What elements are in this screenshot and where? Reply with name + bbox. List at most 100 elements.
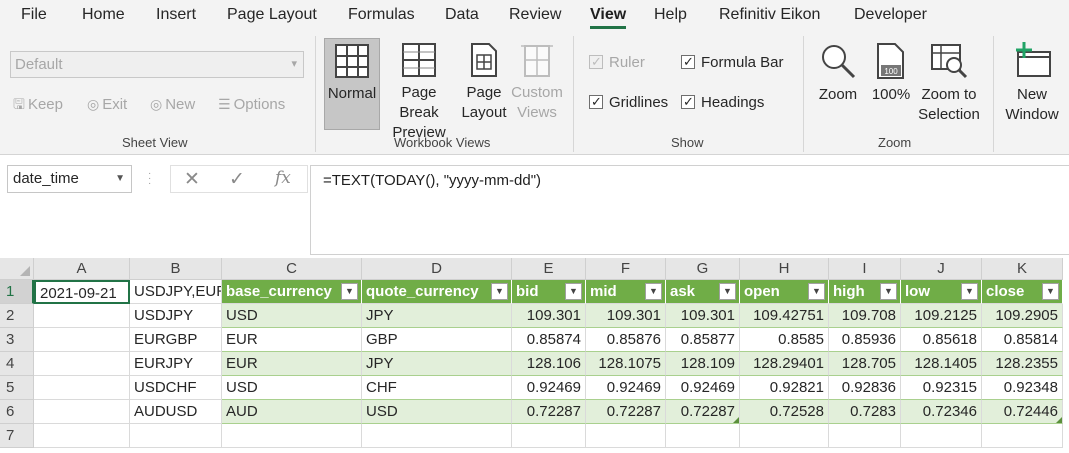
table-cell[interactable]: 0.85618 bbox=[901, 328, 982, 352]
select-all-button[interactable] bbox=[0, 258, 34, 280]
column-header[interactable]: D bbox=[362, 258, 512, 280]
table-cell[interactable]: EURGBP bbox=[130, 328, 222, 352]
table-cell[interactable]: 128.109 bbox=[666, 352, 740, 376]
tab-file[interactable]: File bbox=[21, 0, 47, 30]
normal-view-button[interactable]: Normal bbox=[324, 38, 380, 130]
table-cell[interactable]: AUD bbox=[222, 400, 362, 424]
insert-function-icon[interactable]: fx bbox=[275, 168, 291, 188]
filter-dropdown-icon[interactable]: ▼ bbox=[808, 283, 825, 300]
tab-view[interactable]: View bbox=[590, 0, 627, 30]
zoom-to-selection-button[interactable]: Zoom to Selection bbox=[916, 38, 982, 130]
table-resize-handle-icon[interactable] bbox=[733, 417, 739, 423]
table-cell[interactable] bbox=[666, 424, 740, 448]
column-header[interactable]: H bbox=[740, 258, 829, 280]
column-header[interactable]: K bbox=[982, 258, 1063, 280]
table-cell[interactable]: 0.92469 bbox=[586, 376, 666, 400]
table-cell[interactable]: 0.85936 bbox=[829, 328, 901, 352]
table-cell[interactable]: 109.708 bbox=[829, 304, 901, 328]
table-cell[interactable]: 0.92469 bbox=[666, 376, 740, 400]
table-header-cell[interactable]: high ▼ bbox=[829, 280, 901, 304]
tab-home[interactable]: Home bbox=[82, 0, 125, 30]
table-cell[interactable]: 109.301 bbox=[586, 304, 666, 328]
table-cell[interactable]: 128.1075 bbox=[586, 352, 666, 376]
table-header-cell[interactable]: ask ▼ bbox=[666, 280, 740, 304]
table-cell[interactable]: 0.85876 bbox=[586, 328, 666, 352]
tab-data[interactable]: Data bbox=[445, 0, 479, 30]
filter-dropdown-icon[interactable]: ▼ bbox=[341, 283, 358, 300]
column-header[interactable]: F bbox=[586, 258, 666, 280]
table-cell[interactable]: USD bbox=[362, 400, 512, 424]
column-header[interactable]: A bbox=[34, 258, 130, 280]
column-header[interactable]: G bbox=[666, 258, 740, 280]
row-header[interactable]: 2 bbox=[0, 304, 34, 328]
table-cell[interactable]: JPY bbox=[362, 304, 512, 328]
table-cell[interactable]: 109.42751 bbox=[740, 304, 829, 328]
formula-bar-checkbox[interactable]: Formula Bar bbox=[681, 52, 784, 73]
filter-dropdown-icon[interactable]: ▼ bbox=[645, 283, 662, 300]
table-cell[interactable]: 0.72346 bbox=[901, 400, 982, 424]
table-cell[interactable]: 128.29401 bbox=[740, 352, 829, 376]
column-header[interactable]: I bbox=[829, 258, 901, 280]
table-cell[interactable]: 0.92821 bbox=[740, 376, 829, 400]
column-header[interactable]: E bbox=[512, 258, 586, 280]
filter-dropdown-icon[interactable]: ▼ bbox=[880, 283, 897, 300]
table-cell[interactable]: 0.72287 bbox=[586, 400, 666, 424]
gridlines-checkbox[interactable]: Gridlines bbox=[589, 92, 668, 113]
table-cell[interactable] bbox=[222, 424, 362, 448]
table-cell[interactable]: USD bbox=[222, 304, 362, 328]
table-cell[interactable]: USD bbox=[222, 376, 362, 400]
filter-dropdown-icon[interactable]: ▼ bbox=[961, 283, 978, 300]
table-header-cell[interactable]: open ▼ bbox=[740, 280, 829, 304]
table-cell[interactable]: 0.92469 bbox=[512, 376, 586, 400]
table-header-cell[interactable]: bid ▼ bbox=[512, 280, 586, 304]
table-cell[interactable] bbox=[34, 352, 130, 376]
page-layout-button[interactable]: Page Layout bbox=[459, 38, 509, 130]
table-cell[interactable]: 0.92836 bbox=[829, 376, 901, 400]
table-cell[interactable]: 128.106 bbox=[512, 352, 586, 376]
table-cell[interactable] bbox=[362, 424, 512, 448]
filter-dropdown-icon[interactable]: ▼ bbox=[491, 283, 508, 300]
table-resize-handle-icon[interactable] bbox=[1056, 417, 1062, 423]
table-cell[interactable] bbox=[982, 424, 1063, 448]
table-header-cell[interactable]: close ▼ bbox=[982, 280, 1063, 304]
row-header[interactable]: 3 bbox=[0, 328, 34, 352]
name-box[interactable]: date_time ▼ bbox=[7, 165, 132, 193]
formula-input[interactable]: =TEXT(TODAY(), "yyyy-mm-dd") bbox=[310, 165, 1069, 255]
tab-insert[interactable]: Insert bbox=[156, 0, 196, 30]
table-cell[interactable]: 109.2905 bbox=[982, 304, 1063, 328]
headings-checkbox[interactable]: Headings bbox=[681, 92, 764, 113]
table-cell[interactable] bbox=[829, 424, 901, 448]
table-cell[interactable]: 128.1405 bbox=[901, 352, 982, 376]
row-header[interactable]: 5 bbox=[0, 376, 34, 400]
table-cell[interactable] bbox=[130, 424, 222, 448]
zoom-100-button[interactable]: 100 100% bbox=[868, 38, 914, 130]
cancel-icon[interactable]: ✕ bbox=[184, 168, 200, 191]
table-cell[interactable]: 109.301 bbox=[666, 304, 740, 328]
table-header-cell[interactable]: base_currency ▼ bbox=[222, 280, 362, 304]
table-cell[interactable]: AUDUSD bbox=[130, 400, 222, 424]
tab-formulas[interactable]: Formulas bbox=[348, 0, 415, 30]
table-cell[interactable]: EUR bbox=[222, 328, 362, 352]
table-cell[interactable]: 128.2355 bbox=[982, 352, 1063, 376]
row-header[interactable]: 6 bbox=[0, 400, 34, 424]
table-cell[interactable]: 128.705 bbox=[829, 352, 901, 376]
table-cell[interactable]: USDCHF bbox=[130, 376, 222, 400]
table-cell[interactable]: 0.72287 bbox=[666, 400, 740, 424]
table-cell[interactable]: JPY bbox=[362, 352, 512, 376]
row-header[interactable]: 7 bbox=[0, 424, 34, 448]
tab-refinitiv-eikon[interactable]: Refinitiv Eikon bbox=[719, 0, 820, 30]
table-header-cell[interactable]: low ▼ bbox=[901, 280, 982, 304]
column-header[interactable]: C bbox=[222, 258, 362, 280]
zoom-button[interactable]: Zoom bbox=[812, 38, 864, 130]
filter-dropdown-icon[interactable]: ▼ bbox=[565, 283, 582, 300]
table-cell[interactable]: EURJPY bbox=[130, 352, 222, 376]
table-cell[interactable]: CHF bbox=[362, 376, 512, 400]
table-header-cell[interactable]: quote_currency ▼ bbox=[362, 280, 512, 304]
column-header[interactable]: B bbox=[130, 258, 222, 280]
enter-icon[interactable]: ✓ bbox=[229, 168, 245, 191]
table-cell[interactable]: EUR bbox=[222, 352, 362, 376]
table-cell[interactable] bbox=[901, 424, 982, 448]
table-cell[interactable]: 0.72287 bbox=[512, 400, 586, 424]
table-cell[interactable] bbox=[34, 376, 130, 400]
table-cell[interactable]: USDJPY bbox=[130, 304, 222, 328]
